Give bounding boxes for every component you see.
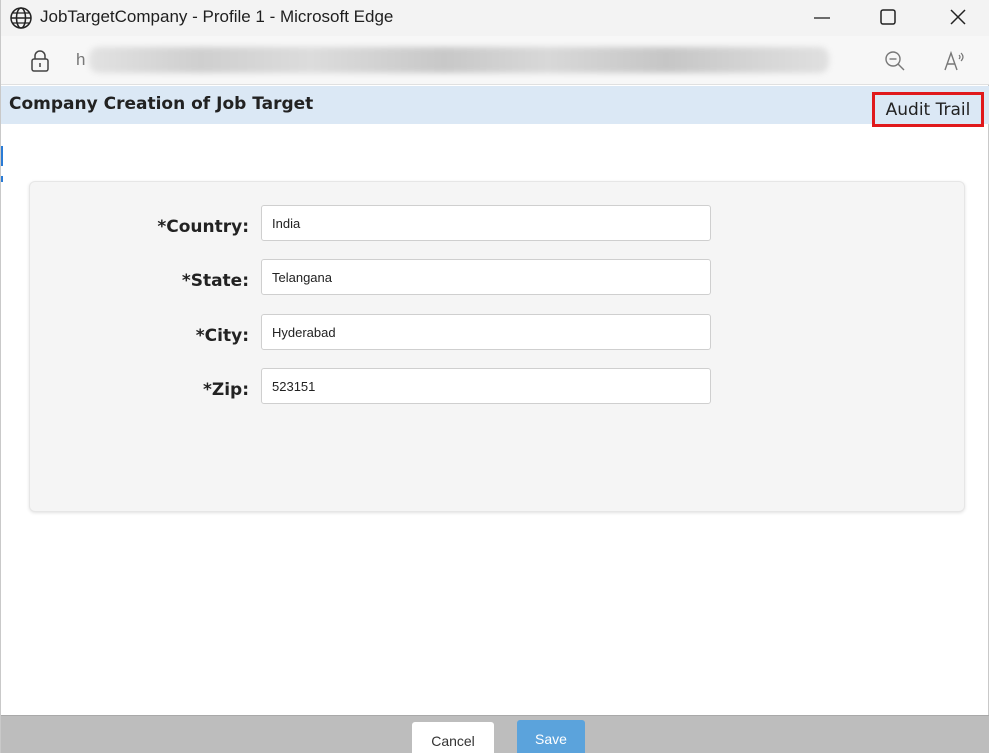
address-form: *Country: *State: *City: *Zip: bbox=[29, 181, 965, 512]
country-label: *Country: bbox=[157, 217, 249, 237]
city-label-wrap: *City: bbox=[49, 325, 249, 347]
read-aloud-icon[interactable] bbox=[942, 49, 966, 73]
url-text[interactable]: h bbox=[76, 50, 90, 70]
browser-window: JobTargetCompany - Profile 1 - Microsoft… bbox=[0, 0, 989, 753]
minimize-icon bbox=[814, 17, 830, 19]
page-title: Company Creation of Job Target bbox=[9, 94, 314, 114]
page-header: Company Creation of Job Target bbox=[1, 86, 989, 124]
city-label: *City: bbox=[195, 326, 249, 346]
minimize-button[interactable] bbox=[787, 0, 857, 34]
state-input[interactable] bbox=[261, 259, 711, 295]
url-redacted bbox=[89, 47, 829, 73]
window-title: JobTargetCompany - Profile 1 - Microsoft… bbox=[40, 7, 394, 26]
left-edge-marker bbox=[1, 146, 3, 166]
footer-bar bbox=[1, 715, 989, 753]
close-icon bbox=[950, 9, 966, 25]
audit-trail-link[interactable]: Audit Trail bbox=[872, 92, 984, 127]
state-label: *State: bbox=[181, 271, 249, 291]
state-label-wrap: *State: bbox=[49, 270, 249, 292]
zip-input[interactable] bbox=[261, 368, 711, 404]
city-input[interactable] bbox=[261, 314, 711, 350]
title-bar: JobTargetCompany - Profile 1 - Microsoft… bbox=[1, 0, 989, 36]
zip-label: *Zip: bbox=[202, 380, 249, 400]
save-button[interactable]: Save bbox=[517, 720, 585, 753]
close-button[interactable] bbox=[923, 0, 989, 34]
address-bar[interactable]: h bbox=[1, 36, 989, 85]
zoom-out-icon[interactable] bbox=[883, 49, 907, 73]
country-label-wrap: *Country: bbox=[49, 216, 249, 238]
maximize-icon bbox=[880, 9, 896, 25]
left-edge-marker bbox=[1, 176, 3, 182]
maximize-button[interactable] bbox=[853, 0, 923, 34]
cancel-button[interactable]: Cancel bbox=[412, 722, 494, 753]
globe-icon bbox=[10, 7, 32, 29]
lock-icon[interactable] bbox=[29, 49, 51, 73]
country-input[interactable] bbox=[261, 205, 711, 241]
zip-label-wrap: *Zip: bbox=[49, 379, 249, 401]
